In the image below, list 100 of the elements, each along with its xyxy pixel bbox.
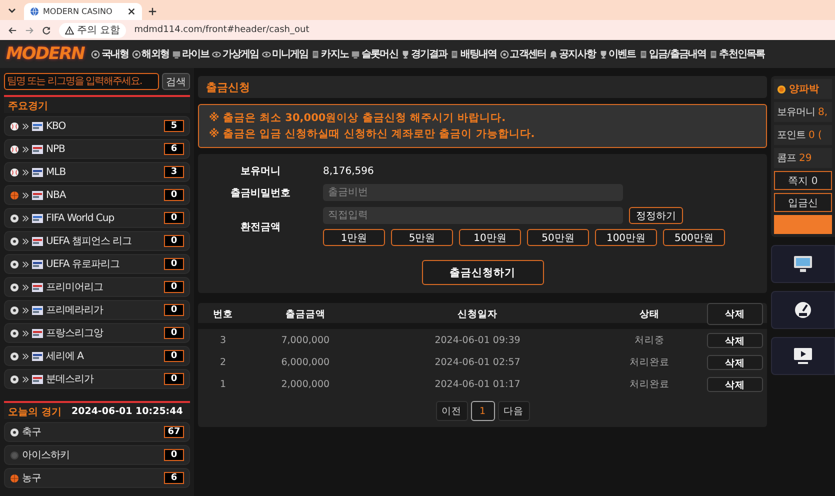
league-item[interactable]: 분데스리가 0 bbox=[4, 369, 190, 389]
amount-field[interactable]: 직접입력 bbox=[323, 207, 623, 224]
league-name: FIFA World Cup bbox=[46, 212, 116, 224]
security-chip[interactable]: 주의 요함 bbox=[59, 22, 126, 38]
league-logo-icon bbox=[32, 374, 43, 384]
sport-item[interactable]: 축구 67 bbox=[4, 422, 190, 442]
quick-tile[interactable] bbox=[771, 337, 835, 375]
nav-item[interactable]: 국내형 bbox=[91, 47, 129, 61]
delete-button[interactable]: 삭제 bbox=[707, 354, 763, 370]
sport-name: 농구 bbox=[22, 472, 42, 485]
nav-item[interactable]: 해외형 bbox=[132, 47, 170, 61]
nav-item[interactable]: 경기결과 bbox=[400, 47, 448, 61]
nav-item[interactable]: 카지노 bbox=[311, 47, 348, 61]
game-count: 0 bbox=[164, 373, 184, 385]
close-icon[interactable] bbox=[127, 7, 136, 16]
deposit-button[interactable]: 입금신 bbox=[774, 193, 832, 212]
league-item[interactable]: NPB 6 bbox=[4, 139, 190, 159]
sport-item[interactable]: 아이스하키 0 bbox=[4, 445, 190, 465]
eye-icon bbox=[262, 50, 271, 58]
nav-item[interactable]: 배팅내역 bbox=[450, 47, 497, 61]
table-cell-text: 7,000,000 bbox=[280, 334, 331, 346]
league-item[interactable]: UEFA 유로파리그 0 bbox=[4, 254, 190, 274]
submit-button[interactable]: 출금신청하기 bbox=[422, 260, 544, 285]
column-header: 상태 bbox=[638, 308, 661, 320]
message-button[interactable]: 쪽지 0 bbox=[774, 171, 832, 190]
game-count: 0 bbox=[164, 281, 184, 293]
prev-button[interactable]: 이전 bbox=[436, 401, 468, 421]
double-chevron-icon bbox=[22, 192, 29, 198]
nav-item[interactable]: 미니게임 bbox=[262, 47, 308, 61]
league-logo-icon bbox=[32, 282, 43, 292]
table-cell-text: 처리완료 bbox=[628, 378, 671, 390]
double-chevron-icon bbox=[22, 146, 29, 152]
reset-button[interactable]: 정정하기 bbox=[629, 207, 683, 224]
sport-item[interactable]: 농구 6 bbox=[4, 468, 190, 488]
account-label: 콤프 bbox=[777, 152, 796, 165]
section-title: 주요경기 bbox=[8, 100, 48, 112]
league-logo-icon bbox=[32, 352, 43, 360]
delete-button[interactable]: 삭제 bbox=[707, 332, 763, 348]
document-icon bbox=[709, 50, 718, 58]
baseball-icon bbox=[10, 168, 19, 176]
amount-button[interactable]: 100만원 bbox=[595, 229, 657, 246]
password-field[interactable]: 출금비번 bbox=[323, 184, 623, 201]
screen-icon bbox=[172, 50, 182, 58]
site-logo[interactable]: MODERN bbox=[6, 44, 84, 64]
basketball-icon bbox=[10, 190, 19, 200]
league-item[interactable]: 프랑스리그앙 0 bbox=[4, 323, 190, 343]
ball-icon bbox=[500, 50, 509, 58]
globe-icon bbox=[30, 7, 39, 16]
league-item[interactable]: 세리에 A 0 bbox=[4, 346, 190, 366]
double-chevron-icon bbox=[22, 330, 29, 336]
nav-item[interactable]: 슬롯머신 bbox=[351, 47, 398, 61]
amount-button[interactable]: 10만원 bbox=[459, 229, 521, 246]
quick-tile[interactable] bbox=[771, 245, 835, 283]
next-button[interactable]: 다음 bbox=[498, 401, 530, 421]
game-count: 0 bbox=[164, 235, 184, 247]
amount-button[interactable]: 5만원 bbox=[391, 229, 453, 246]
browser-tab[interactable]: MODERN CASINO bbox=[24, 3, 142, 20]
nav-item[interactable]: 입금/출금내역 bbox=[638, 47, 706, 61]
game-count: 0 bbox=[164, 189, 184, 201]
document-icon bbox=[638, 50, 648, 58]
new-tab-icon[interactable] bbox=[148, 7, 157, 16]
league-name: 프리미어리그 bbox=[46, 281, 104, 294]
league-item[interactable]: KBO 5 bbox=[4, 116, 190, 136]
trophy-icon bbox=[400, 50, 410, 58]
table-cell-text: 2,000,000 bbox=[280, 378, 331, 390]
double-chevron-icon bbox=[22, 214, 29, 222]
nav-item[interactable]: 공지사항 bbox=[549, 47, 596, 61]
search-field[interactable]: 팀명 또는 리그명을 입력해주세요. bbox=[4, 73, 159, 90]
game-count: 0 bbox=[164, 350, 184, 362]
delete-all-button[interactable]: 삭제 bbox=[707, 303, 763, 325]
league-item[interactable]: UEFA 챔피언스 리그 0 bbox=[4, 231, 190, 251]
league-item[interactable]: NBA 0 bbox=[4, 185, 190, 205]
basketball-icon bbox=[10, 474, 19, 482]
quick-tile[interactable] bbox=[771, 291, 835, 329]
league-item[interactable]: MLB 3 bbox=[4, 162, 190, 182]
notice-text: ※ 출금은 입금 신청하실때 신청하신 계좌로만 출금이 가능합니다. bbox=[209, 127, 536, 141]
amount-button[interactable]: 500만원 bbox=[663, 229, 725, 246]
amount-button[interactable]: 1만원 bbox=[323, 229, 385, 246]
back-arrow-icon[interactable] bbox=[8, 26, 17, 34]
monitor-icon bbox=[793, 255, 813, 273]
delete-button[interactable]: 삭제 bbox=[707, 376, 763, 392]
balance-value: 8,176,596 bbox=[323, 166, 374, 176]
reload-icon[interactable] bbox=[42, 26, 51, 34]
nav-item[interactable]: 고객센터 bbox=[500, 47, 546, 61]
double-chevron-icon bbox=[22, 238, 29, 244]
nav-item[interactable]: 라이브 bbox=[172, 47, 210, 61]
nav-item[interactable]: 가상게임 bbox=[212, 47, 259, 61]
nav-item[interactable]: 추천인목록 bbox=[709, 47, 765, 61]
league-item[interactable]: FIFA World Cup 0 bbox=[4, 208, 190, 228]
url-text[interactable]: mdmd114.com/front#header/cash_out bbox=[134, 25, 310, 35]
game-count: 6 bbox=[164, 472, 184, 484]
soccer-ball-icon bbox=[10, 236, 19, 246]
amount-button[interactable]: 50만원 bbox=[527, 229, 589, 246]
page-button[interactable]: 1 bbox=[470, 401, 494, 421]
baseball-icon bbox=[10, 122, 19, 130]
search-button[interactable]: 검색 bbox=[162, 73, 190, 90]
league-name: NBA bbox=[46, 190, 67, 200]
league-item[interactable]: 프리메라리가 0 bbox=[4, 300, 190, 320]
nav-item[interactable]: 이벤트 bbox=[598, 47, 636, 61]
league-item[interactable]: 프리미어리그 0 bbox=[4, 277, 190, 297]
